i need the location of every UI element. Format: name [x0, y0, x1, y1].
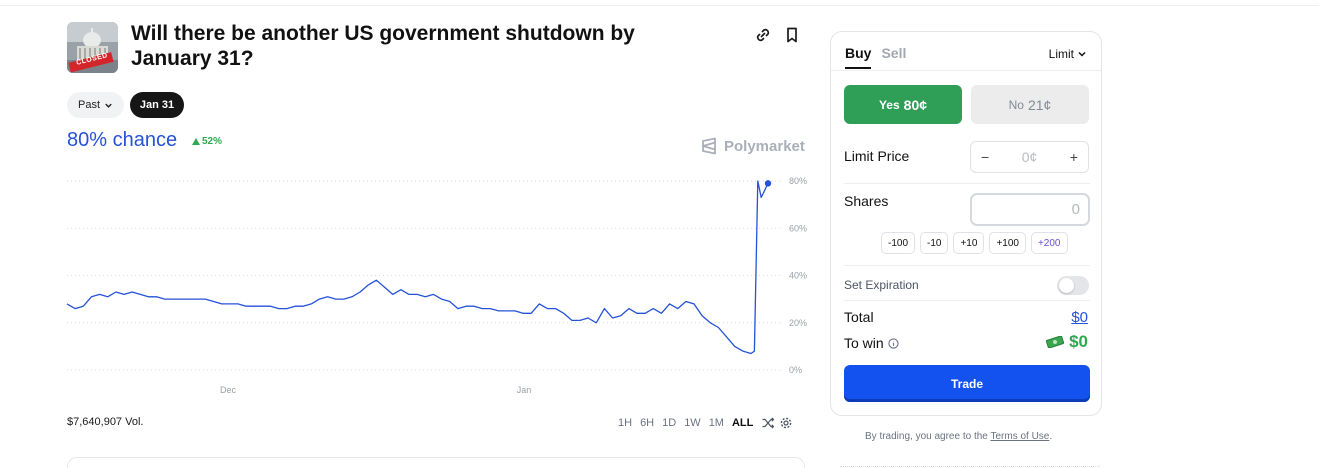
toggle-knob	[1059, 278, 1074, 293]
divider	[840, 466, 1100, 467]
to-win-label: To win	[844, 335, 884, 351]
terms-prefix: By trading, you agree to the	[865, 431, 991, 442]
chip-minus10[interactable]: -10	[920, 232, 949, 254]
chip-plus200[interactable]: +200	[1030, 232, 1068, 254]
y-tick-label: 40%	[789, 271, 807, 281]
to-win-value-row: $0	[1046, 332, 1088, 352]
shares-input[interactable]: 0	[970, 193, 1090, 226]
trade-button[interactable]: Trade	[844, 365, 1090, 402]
order-type-dropdown[interactable]: Limit	[1049, 47, 1087, 61]
buy-sell-tabs: Buy Sell	[845, 45, 906, 69]
chevron-down-icon	[1078, 51, 1086, 57]
x-tick-label: Jan	[517, 385, 532, 395]
shares-label: Shares	[844, 193, 889, 209]
order-type-label: Limit	[1048, 47, 1074, 61]
chip-plus100[interactable]: +100	[989, 232, 1026, 254]
terms-suffix: .	[1049, 431, 1053, 442]
time-range-selector: 1H 6H 1D 1W 1M ALL	[614, 415, 793, 431]
to-win-row: To win	[844, 335, 899, 351]
x-tick-label: Dec	[220, 385, 237, 395]
range-1w[interactable]: 1W	[680, 415, 705, 431]
range-all[interactable]: ALL	[728, 415, 757, 431]
no-price: 21¢	[1027, 96, 1052, 113]
limit-decrement-button[interactable]: −	[981, 149, 989, 165]
chip-plus10[interactable]: +10	[953, 232, 985, 254]
rules-card	[67, 457, 805, 468]
divider	[844, 183, 1090, 184]
no-label: No	[1008, 97, 1024, 112]
y-tick-label: 80%	[789, 176, 807, 186]
y-tick-label: 20%	[789, 318, 807, 328]
divider	[844, 300, 1090, 301]
tab-sell[interactable]: Sell	[881, 45, 906, 69]
total-value: $0	[1071, 309, 1088, 326]
range-1d[interactable]: 1D	[658, 415, 680, 431]
price-chart: 80% 60% 40% 20% 0% Dec Jan	[66, 176, 807, 395]
tab-buy[interactable]: Buy	[845, 45, 872, 69]
limit-price-label: Limit Price	[844, 148, 910, 164]
y-tick-label: 0%	[789, 365, 802, 375]
yes-outcome-button[interactable]: Yes 80¢	[844, 85, 962, 124]
money-icon	[1046, 336, 1065, 348]
yes-price: 80¢	[903, 96, 928, 113]
volume-text: $7,640,907 Vol.	[67, 416, 144, 428]
limit-increment-button[interactable]: +	[1070, 149, 1078, 165]
price-line	[66, 180, 769, 355]
chip-minus100[interactable]: -100	[881, 232, 916, 254]
share-quick-adjust: -100 -10 +10 +100 +200	[881, 232, 1068, 254]
terms-of-use-link[interactable]: Terms of Use	[990, 431, 1049, 442]
range-1h[interactable]: 1H	[614, 415, 636, 431]
total-label: Total	[844, 309, 874, 325]
tabs-divider	[831, 70, 1101, 71]
terms-notice: By trading, you agree to the Terms of Us…	[865, 431, 1052, 442]
gear-icon[interactable]	[779, 416, 793, 430]
yes-label: Yes	[878, 97, 900, 112]
current-price-dot	[764, 180, 772, 187]
y-tick-label: 60%	[789, 223, 807, 233]
limit-price-stepper: − 0¢ +	[970, 141, 1089, 173]
info-icon[interactable]	[888, 337, 899, 349]
range-1m[interactable]: 1M	[705, 415, 728, 431]
no-outcome-button[interactable]: No 21¢	[971, 85, 1089, 124]
divider	[844, 265, 1090, 266]
range-6h[interactable]: 6H	[636, 415, 658, 431]
expiration-toggle[interactable]	[1057, 276, 1089, 295]
set-expiration-label: Set Expiration	[844, 278, 919, 292]
limit-price-input[interactable]: 0¢	[1022, 149, 1038, 165]
to-win-value: $0	[1069, 332, 1088, 351]
shuffle-icon[interactable]	[761, 416, 775, 430]
trade-panel: Buy Sell Limit Yes 80¢ No 21¢ Limit Pric…	[830, 31, 1102, 416]
